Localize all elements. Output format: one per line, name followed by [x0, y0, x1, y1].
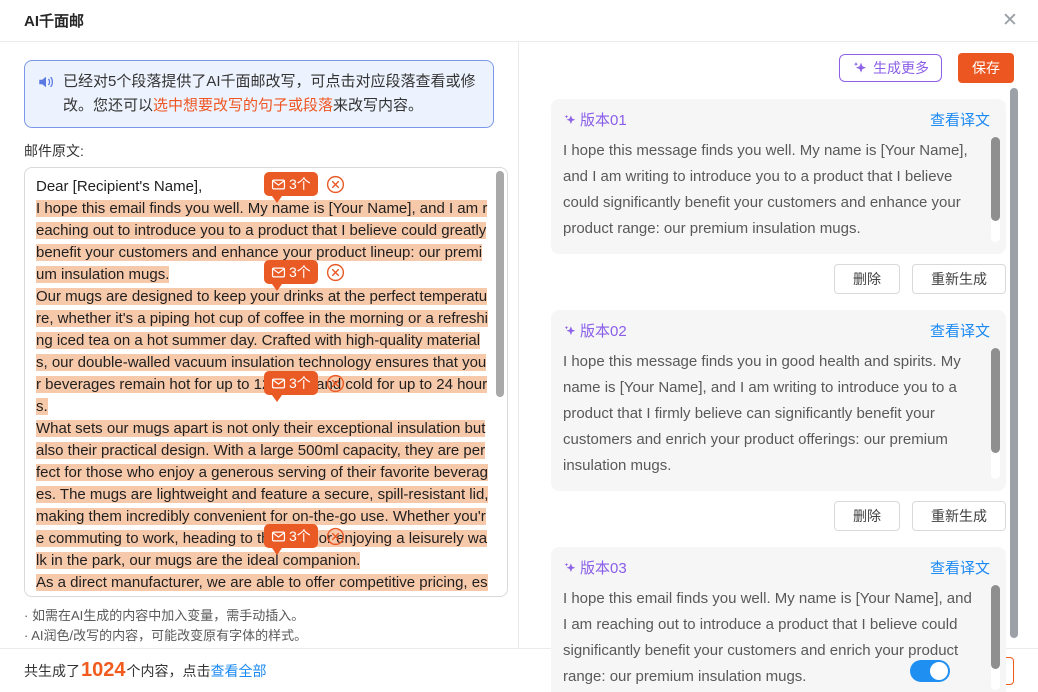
sparkle-icon — [563, 324, 577, 338]
hint-notes: · 如需在AI生成的内容中加入变量，需手动插入。 · AI润色/改写的内容，可能… — [24, 606, 518, 646]
email-paragraph: What sets our mugs apart is not only the… — [36, 418, 489, 572]
generate-more-button[interactable]: 生成更多 — [839, 54, 942, 82]
dialog-header: AI千面邮 ✕ — [0, 0, 1038, 42]
badge-label: 3个 — [289, 525, 311, 547]
envelope-icon — [271, 177, 286, 192]
paragraph-badge-group: 3个 — [264, 371, 345, 395]
toggle-knob — [930, 662, 948, 680]
version-text: I hope this message finds you in good he… — [563, 349, 990, 479]
delete-button[interactable]: 删除 — [834, 264, 900, 294]
card-scrollbar-thumb[interactable] — [991, 585, 1000, 669]
card-scrollbar[interactable] — [991, 137, 1000, 242]
email-paragraph: Our mugs are designed to keep your drink… — [36, 286, 489, 418]
save-button[interactable]: 保存 — [958, 53, 1014, 83]
badge-label: 3个 — [289, 261, 311, 283]
generated-summary: 共生成了 1024 个内容，点击 查看全部 — [24, 659, 267, 682]
version-card-actions: 删除 重新生成 — [551, 501, 1006, 531]
notice-text: 已经对5个段落提供了AI千面邮改写，可点击对应段落查看或修改。您还可以选中想要改… — [63, 70, 481, 118]
card-scrollbar[interactable] — [991, 585, 1000, 690]
close-icon[interactable]: ✕ — [998, 9, 1022, 33]
versions-actions-row: 生成更多 保存 — [519, 53, 1038, 83]
badge-label: 3个 — [289, 173, 311, 195]
versions-list: 版本01 查看译文 I hope this message finds you … — [551, 99, 1006, 692]
sparkle-icon — [563, 561, 577, 575]
versions-count-badge[interactable]: 3个 — [264, 172, 318, 196]
paragraph-badge-group: 3个 — [264, 172, 345, 196]
version-title: 版本01 — [563, 109, 627, 130]
card-scrollbar-thumb[interactable] — [991, 348, 1000, 453]
view-all-link[interactable]: 查看全部 — [211, 661, 267, 681]
version-title-label: 版本02 — [580, 320, 627, 341]
notice-text-after: 来改写内容。 — [333, 97, 423, 114]
dismiss-circle-icon[interactable] — [326, 374, 345, 393]
paragraph-badge-group: 3个 — [264, 260, 345, 284]
regenerate-button[interactable]: 重新生成 — [912, 501, 1006, 531]
version-title: 版本03 — [563, 557, 627, 578]
dialog-title: AI千面邮 — [24, 10, 84, 31]
versions-count-badge[interactable]: 3个 — [264, 260, 318, 284]
generated-count: 1024 — [81, 659, 126, 682]
paragraph-badge-group: 3个 — [264, 524, 345, 548]
generate-more-label: 生成更多 — [873, 58, 929, 78]
original-email-label: 邮件原文: — [24, 141, 518, 161]
notice-text-emphasis: 选中想要改写的句子或段落 — [153, 97, 333, 114]
versions-count-badge[interactable]: 3个 — [264, 371, 318, 395]
card-scrollbar-thumb[interactable] — [991, 137, 1000, 221]
email-paragraph: I hope this email finds you well. My nam… — [36, 198, 489, 286]
version-title: 版本02 — [563, 320, 627, 341]
versions-panel: 生成更多 保存 版本01 查看译文 I hop — [519, 42, 1038, 648]
view-translation-link[interactable]: 查看译文 — [930, 109, 990, 130]
versions-count-badge[interactable]: 3个 — [264, 524, 318, 548]
panel-scrollbar-thumb[interactable] — [1010, 88, 1018, 638]
generated-suffix: 个内容，点击 — [127, 661, 211, 681]
generated-prefix: 共生成了 — [24, 661, 80, 681]
dismiss-circle-icon[interactable] — [326, 175, 345, 194]
sparkle-icon — [563, 113, 577, 127]
email-greeting: Dear [Recipient's Name], — [36, 176, 489, 198]
dismiss-circle-icon[interactable] — [326, 527, 345, 546]
envelope-icon — [271, 265, 286, 280]
email-scrollbar-thumb[interactable] — [496, 171, 504, 397]
version-title-label: 版本01 — [580, 109, 627, 130]
sparkle-icon — [852, 60, 868, 76]
hint-note-line: · 如需在AI生成的内容中加入变量，需手动插入。 — [24, 606, 518, 626]
view-translation-link[interactable]: 查看译文 — [930, 320, 990, 341]
version-text: I hope this message finds you well. My n… — [563, 138, 990, 242]
badge-label: 3个 — [289, 372, 311, 394]
view-translation-link[interactable]: 查看译文 — [930, 557, 990, 578]
envelope-icon — [271, 376, 286, 391]
dismiss-circle-icon[interactable] — [326, 263, 345, 282]
version-title-label: 版本03 — [580, 557, 627, 578]
version-card: 版本02 查看译文 I hope this message finds you … — [551, 310, 1006, 531]
feature-toggle[interactable] — [910, 660, 950, 682]
email-paragraph: As a direct manufacturer, we are able to… — [36, 572, 489, 597]
original-email-textarea[interactable]: Dear [Recipient's Name], I hope this ema… — [24, 167, 508, 597]
ai-email-dialog: AI千面邮 ✕ 已经对5个段落提供了AI千面邮改写，可点击对应段落查看或修改。您… — [0, 0, 1038, 692]
delete-button[interactable]: 删除 — [834, 501, 900, 531]
speaker-icon — [37, 73, 55, 118]
notice-banner: 已经对5个段落提供了AI千面邮改写，可点击对应段落查看或修改。您还可以选中想要改… — [24, 60, 494, 128]
original-email-panel: 已经对5个段落提供了AI千面邮改写，可点击对应段落查看或修改。您还可以选中想要改… — [0, 42, 519, 648]
version-card-actions: 删除 重新生成 — [551, 264, 1006, 294]
envelope-icon — [271, 529, 286, 544]
hint-note-line: · AI润色/改写的内容，可能改变原有字体的样式。 — [24, 626, 518, 646]
version-card: 版本01 查看译文 I hope this message finds you … — [551, 99, 1006, 294]
regenerate-button[interactable]: 重新生成 — [912, 264, 1006, 294]
card-scrollbar[interactable] — [991, 348, 1000, 479]
